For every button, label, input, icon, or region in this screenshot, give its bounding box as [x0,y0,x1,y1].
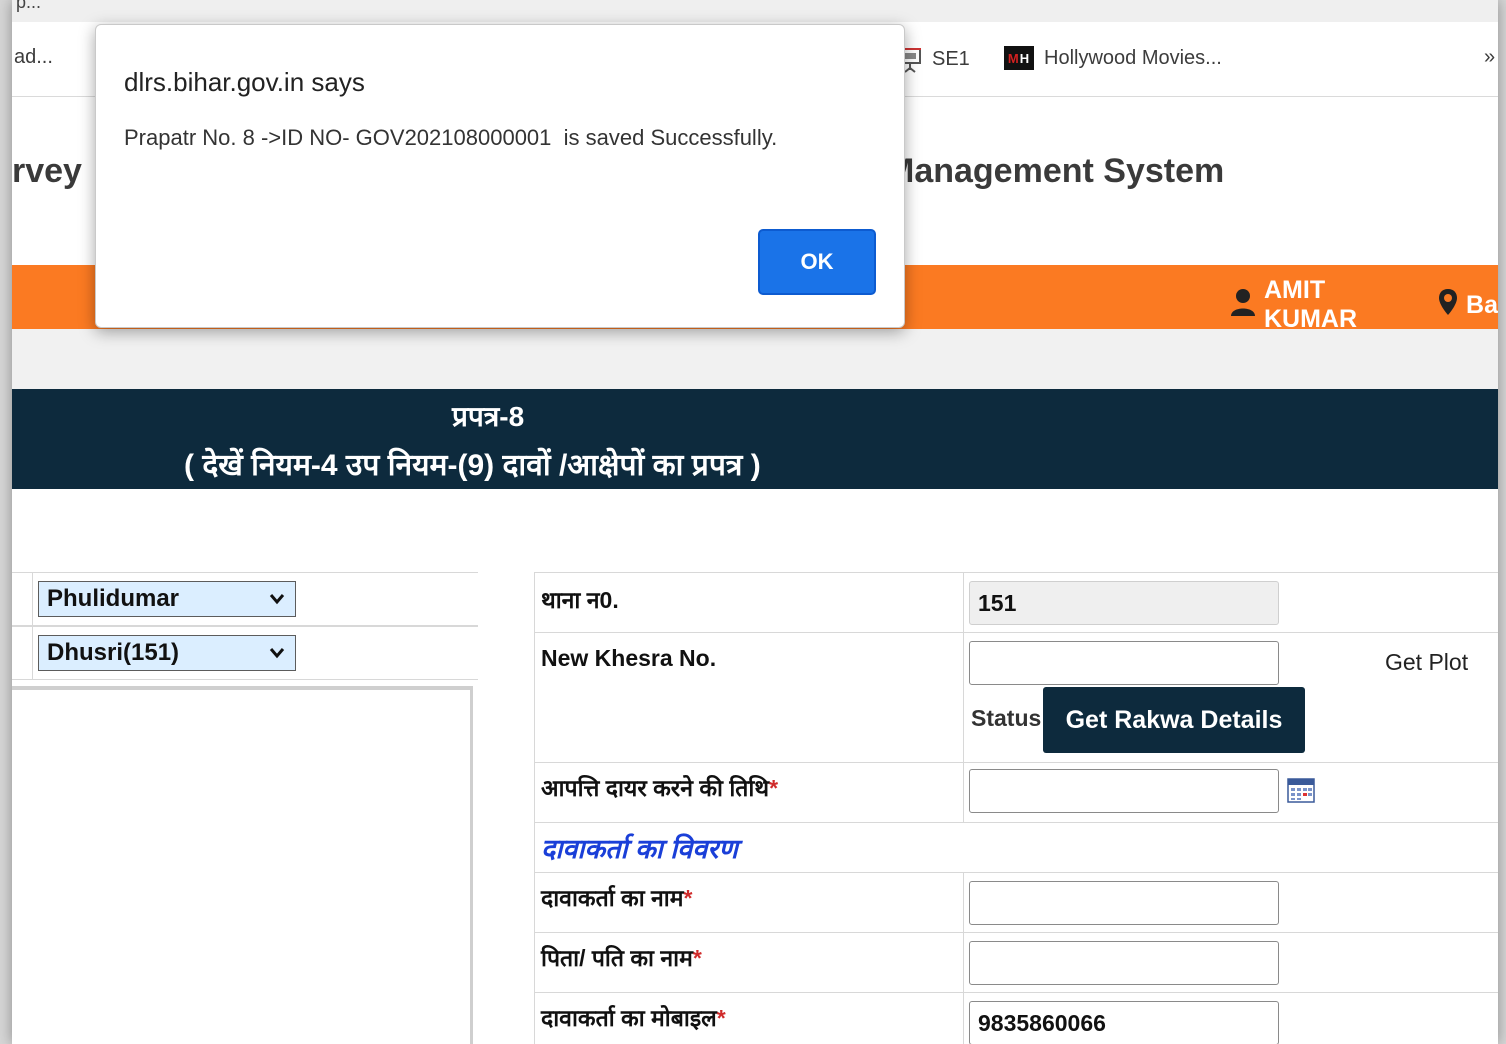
bookmark-label: SE1 [932,47,970,70]
khesra-label: New Khesra No. [541,645,717,671]
father-name-label: पिता/ पति का नाम* [541,945,702,971]
claimant-name-input[interactable] [969,881,1279,925]
objection-date-input[interactable] [969,769,1279,813]
bookmark-item-1[interactable]: ad... [14,46,53,69]
left-row-village: Phulidumar [12,572,478,626]
get-rakwa-details-button[interactable]: Get Rakwa Details [1043,687,1305,753]
user-name: AMIT KUMAR [1264,276,1358,333]
status-label: Status [971,705,1042,731]
bookmarks-overflow-button[interactable]: » [1484,46,1495,69]
bookmark-item-se1[interactable]: SE1 [898,46,970,73]
location-pin-icon [1438,288,1458,323]
form-title: प्रपत्र-8 [452,401,525,432]
form-row-father: पिता/ पति का नाम* [535,932,1498,993]
url-text: p... [16,0,42,12]
dialog-message: Prapatr No. 8 ->ID NO- GOV202108000001 i… [124,125,778,150]
ok-button[interactable]: OK [758,229,876,295]
spacer-band [12,329,1498,389]
mobile-input[interactable]: 9835860066 [969,1001,1279,1044]
left-content-panel [12,686,473,1044]
claimant-name-label: दावाकर्ता का नाम* [541,885,693,911]
form-row-date: आपत्ति दायर करने की तिथि* [535,762,1498,823]
form-row-thana: थाना न0. 151 [535,572,1498,633]
date-label: आपत्ति दायर करने की तिथि* [541,775,779,801]
user-icon [1230,288,1256,323]
browser-window: p... ad... SE1 MH Hollywood Movies... » … [12,0,1498,1044]
form-row-khesra: New Khesra No. Get Plot Status Get Rakwa… [535,632,1498,763]
father-name-input[interactable] [969,941,1279,985]
dialog-title: dlrs.bihar.gov.in says [124,67,365,97]
thana-label: थाना न0. [541,587,619,613]
thana-no-field[interactable]: 151 [969,581,1279,625]
left-row-thana: Dhusri(151) [12,626,478,680]
form-title-banner: प्रपत्र-8 ( देखें नियम-4 उप नियम-(9) दाव… [12,389,1498,489]
bookmark-item-hollywood[interactable]: MH Hollywood Movies... [1004,46,1222,70]
user-info: AMIT KUMAR Ba [1230,276,1498,334]
claimant-details-heading: दावाकर्ता का विवरण [541,834,738,864]
form-row-mobile: दावाकर्ता का मोबाइल* 9835860066 [535,992,1498,1044]
address-bar[interactable]: p... [12,0,1498,23]
site-title-right: Management System [886,152,1225,190]
bookmark-label: Hollywood Movies... [1044,46,1222,69]
form-row-section: दावाकर्ता का विवरण [535,822,1498,873]
bookmark-label: ad... [14,46,53,68]
village-select[interactable]: Phulidumar [38,581,296,617]
form-row-name: दावाकर्ता का नाम* [535,872,1498,933]
thana-select[interactable]: Dhusri(151) [38,635,296,671]
claim-form: थाना न0. 151 New Khesra No. Get Plot Sta… [534,572,1498,1044]
calendar-icon[interactable] [1287,777,1315,803]
new-khesra-input[interactable] [969,641,1279,685]
chevron-down-icon [269,588,285,611]
mh-logo-icon: MH [1004,46,1034,70]
alert-dialog: dlrs.bihar.gov.in says Prapatr No. 8 ->I… [95,24,905,328]
mobile-label: दावाकर्ता का मोबाइल* [541,1005,726,1031]
location-text: Ba [1466,290,1498,319]
chevron-down-icon [269,642,285,665]
site-title-left: rvey [12,152,82,190]
get-plot-link[interactable]: Get Plot [1385,649,1468,676]
form-subtitle: ( देखें नियम-4 उप नियम-(9) दावों /आक्षेप… [184,449,761,482]
